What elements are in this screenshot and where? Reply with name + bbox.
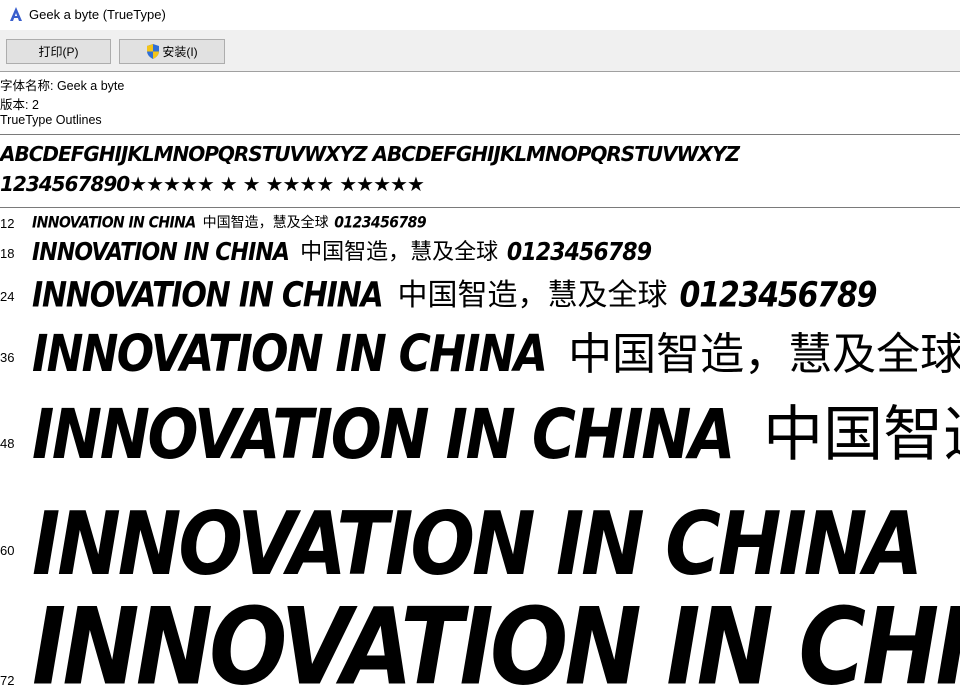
- sample-digits: 0123456789: [506, 238, 652, 267]
- print-button[interactable]: 打印(P): [6, 39, 111, 64]
- sample-row-24: 24 INNOVATION IN CHINA 中国智造，慧及全球 0123456…: [0, 268, 960, 316]
- divider: [0, 207, 960, 208]
- sample-latin: INNOVATION IN CHINA: [32, 590, 960, 700]
- sample-cjk: 中国智造，: [763, 400, 960, 470]
- window-title: Geek a byte (TrueType): [29, 7, 166, 22]
- size-label: 36: [0, 350, 15, 365]
- sample-latin: INNOVATION IN CHINA: [32, 394, 735, 476]
- size-label: 24: [0, 289, 15, 304]
- font-viewer-app-icon: [10, 7, 22, 21]
- sample-text: INNOVATION IN CHINA 中国智造，慧及全球 0123456789: [32, 270, 878, 316]
- sample-row-48: 48 INNOVATION IN CHINA 中国智造，: [0, 384, 960, 480]
- sample-text: INNOVATION IN CHINA 中国智造，: [32, 386, 960, 476]
- uac-shield-icon: [147, 44, 160, 59]
- sample-row-36: 36 INNOVATION IN CHINA 中国智造，慧及全球 0: [0, 316, 960, 382]
- sample-cjk: 中国智造，慧及全球: [397, 278, 668, 313]
- divider: [0, 134, 960, 135]
- sample-cjk: 中国智造，慧及全球: [568, 329, 960, 380]
- sample-text: INNOVATION IN CHINA 中国智造，慧及全球 0123456789: [32, 234, 652, 267]
- sample-row-72: 72 INNOVATION IN CHINA: [0, 590, 960, 700]
- size-label: 48: [0, 436, 15, 451]
- size-label: 60: [0, 543, 15, 558]
- sample-text: INNOVATION IN CHINA 中国智造，慧及全球 0: [32, 318, 960, 382]
- toolbar: 打印(P) 安装(I): [0, 30, 960, 72]
- sample-cjk: 中国智造，慧及全球: [202, 215, 329, 231]
- charset-letters: ABCDEFGHIJKLMNOPQRSTUVWXYZ ABCDEFGHIJKLM…: [0, 142, 740, 166]
- install-button[interactable]: 安装(I): [119, 39, 225, 64]
- sample-text: INNOVATION IN CHINA 中国: [32, 482, 960, 590]
- font-version-label: 版本: 2: [0, 98, 39, 112]
- sample-latin: INNOVATION IN CHINA: [32, 492, 923, 590]
- size-label: 72: [0, 673, 15, 688]
- font-outline-type-label: TrueType Outlines: [0, 113, 102, 127]
- sample-digits: 0123456789: [679, 275, 878, 316]
- sample-cjk: 中国智造，慧及全球: [300, 240, 499, 265]
- install-button-label: 安装(I): [162, 45, 198, 59]
- sample-row-12: 12 INNOVATION IN CHINA 中国智造，慧及全球 0123456…: [0, 212, 960, 234]
- size-label: 18: [0, 246, 15, 261]
- title-bar: Geek a byte (TrueType): [0, 0, 960, 30]
- sample-text: INNOVATION IN CHINA 中国智造，慧及全球 0123456789: [32, 212, 427, 233]
- sample-latin: INNOVATION IN CHINA: [32, 275, 384, 316]
- sample-row-60: 60 INNOVATION IN CHINA 中国: [0, 480, 960, 590]
- sample-text: INNOVATION IN CHINA: [32, 590, 960, 700]
- print-button-label: 打印(P): [38, 45, 79, 59]
- sample-latin: INNOVATION IN CHINA: [32, 238, 290, 267]
- sample-latin: INNOVATION IN CHINA: [32, 213, 196, 233]
- charset-digits-symbols: 1234567890★★★★★ ★ ★ ★★★★ ★★★★★: [0, 172, 425, 196]
- size-label: 12: [0, 216, 15, 231]
- sample-latin: INNOVATION IN CHINA: [32, 325, 548, 382]
- font-name-label: 字体名称: Geek a byte: [0, 79, 125, 93]
- sample-digits: 0123456789: [334, 213, 426, 233]
- sample-row-18: 18 INNOVATION IN CHINA 中国智造，慧及全球 0123456…: [0, 234, 960, 270]
